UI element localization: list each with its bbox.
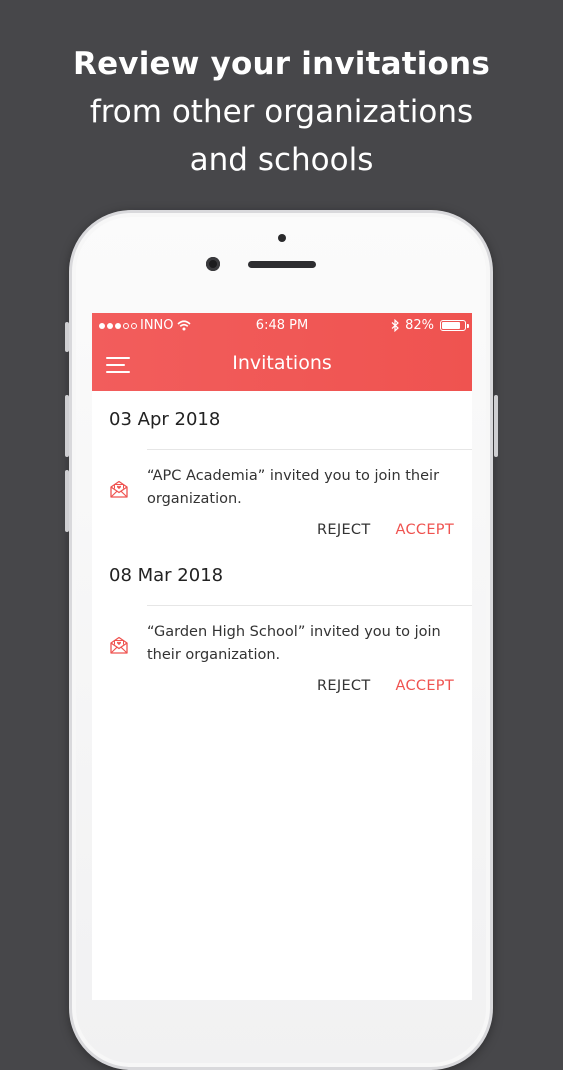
invitation-message: “APC Academia” invited you to join their… — [147, 468, 440, 507]
battery-icon — [440, 320, 469, 331]
phone-mute-switch — [65, 322, 69, 352]
date-header: 03 Apr 2018 — [109, 409, 221, 430]
page-title: Invitations — [232, 352, 332, 374]
invitation-item: “APC Academia” invited you to join their… — [92, 449, 472, 547]
accept-button[interactable]: ACCEPT — [396, 522, 454, 538]
invitation-message: “Garden High School” invited you to join… — [147, 624, 441, 663]
headline-line-1: Review your invitations — [73, 46, 490, 82]
invitation-group: 08 Mar 2018 “Garden High School” invited… — [92, 547, 472, 703]
phone-volume-down — [65, 470, 69, 532]
invitation-list: 03 Apr 2018 “APC Academia” invited you t… — [92, 391, 472, 703]
invitation-mail-icon — [110, 480, 128, 498]
invitation-actions: REJECT ACCEPT — [317, 678, 454, 694]
phone-power-button — [494, 395, 498, 457]
invitation-mail-icon — [110, 636, 128, 654]
battery-percent: 82% — [405, 318, 434, 333]
reject-button[interactable]: REJECT — [317, 678, 370, 694]
invitation-actions: REJECT ACCEPT — [317, 522, 454, 538]
reject-button[interactable]: REJECT — [317, 522, 370, 538]
invitation-item: “Garden High School” invited you to join… — [92, 605, 472, 703]
headline-line-3: and schools — [189, 142, 374, 178]
app-screen: INNO 6:48 PM 82% Invitations 03 Apr 2018… — [92, 313, 472, 1000]
phone-proximity-sensor — [278, 234, 286, 242]
status-bar: INNO 6:48 PM 82% — [92, 313, 472, 339]
headline-line-2: from other organizations — [89, 94, 474, 130]
invitation-group: 03 Apr 2018 “APC Academia” invited you t… — [92, 391, 472, 547]
accept-button[interactable]: ACCEPT — [396, 678, 454, 694]
bluetooth-icon — [391, 319, 399, 332]
promo-headline: Review your invitations from other organ… — [0, 40, 563, 184]
battery-fill — [442, 322, 460, 329]
app-bar: INNO 6:48 PM 82% Invitations — [92, 313, 472, 391]
date-header: 08 Mar 2018 — [109, 565, 224, 586]
phone-volume-up — [65, 395, 69, 457]
status-right: 82% — [391, 318, 469, 333]
phone-speaker — [248, 261, 316, 268]
phone-front-camera — [206, 257, 220, 271]
